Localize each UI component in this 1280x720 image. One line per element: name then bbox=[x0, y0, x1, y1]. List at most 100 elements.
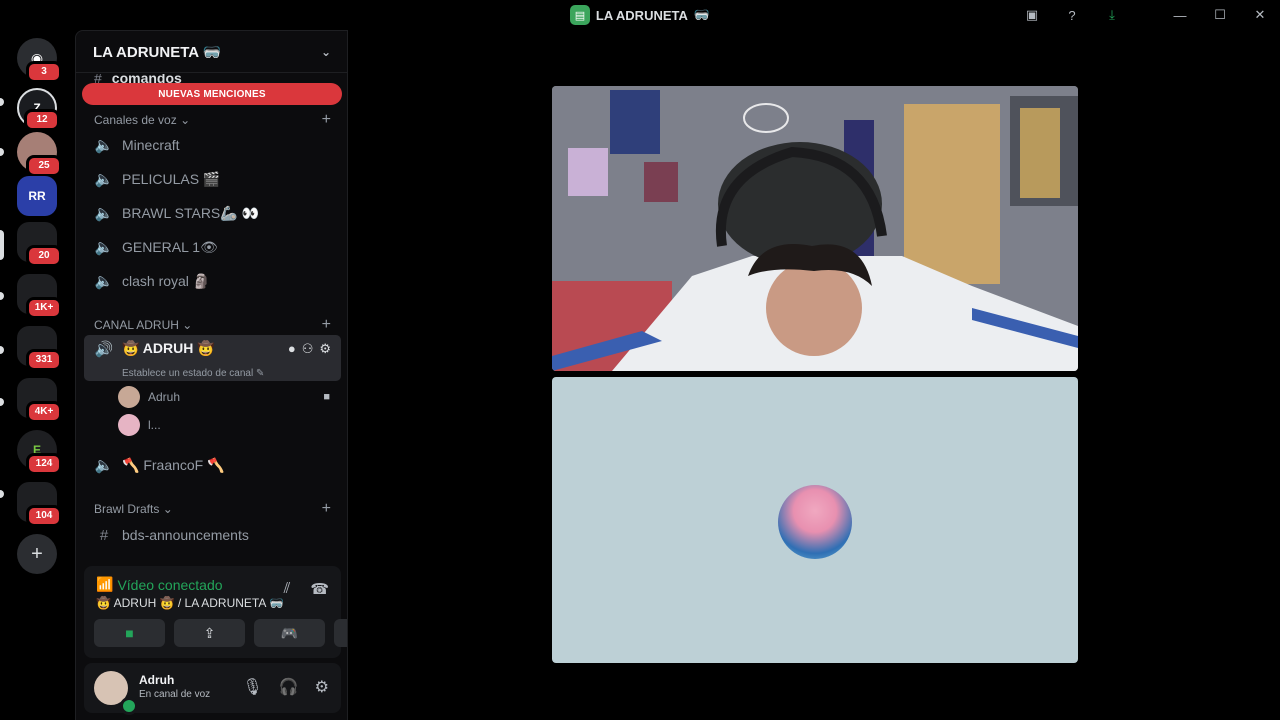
category-brawl-drafts[interactable]: Brawl Drafts ⌄ + bbox=[94, 500, 331, 518]
avatar bbox=[118, 414, 140, 436]
username[interactable]: Adruh bbox=[139, 673, 174, 687]
user-panel: Adruh En canal de voz 🎙 🎧 ⚙ bbox=[84, 663, 341, 715]
chevron-down-icon: ⌄ bbox=[162, 502, 173, 516]
category-voice[interactable]: Canales de voz ⌄ + bbox=[94, 111, 331, 129]
camera-icon: ■ bbox=[125, 625, 134, 641]
maximize-icon[interactable]: ☐ bbox=[1200, 0, 1240, 30]
microphone-icon[interactable]: 🎙 bbox=[242, 677, 262, 697]
speaker-active-icon: 🔊 bbox=[94, 340, 114, 358]
server-folder-1-button[interactable]: 20 bbox=[17, 222, 62, 267]
guild-header[interactable]: LA ADRUNETA 🥽 ⌄ bbox=[76, 31, 347, 73]
gear-icon[interactable]: ⚙ bbox=[319, 341, 331, 357]
voice-channel-adruh-active[interactable]: 🔊 🤠 ADRUH 🤠 ● ⚇ ⚙ Establece un estado de… bbox=[84, 335, 341, 381]
server-folder-5-button[interactable]: 104 bbox=[17, 482, 62, 527]
guild-name: LA ADRUNETA 🥽 bbox=[93, 43, 222, 61]
add-channel-icon[interactable]: + bbox=[322, 316, 331, 334]
voice-channel-fraancof[interactable]: 🔈 🪓 FraancoF 🪓 bbox=[84, 450, 341, 480]
gear-icon[interactable]: ⚙ bbox=[315, 677, 329, 697]
category-brawl-label: Brawl Drafts bbox=[94, 502, 160, 516]
speaker-icon: 🔈 bbox=[94, 457, 114, 474]
new-mentions-bar[interactable]: NUEVAS MENCIONES bbox=[82, 83, 342, 105]
voice-channel-clash-royal[interactable]: 🔈 clash royal 🗿 bbox=[84, 266, 341, 296]
active-pip bbox=[0, 230, 4, 260]
channel-label: GENERAL 1👁 bbox=[122, 238, 218, 255]
signal-icon: 📶 bbox=[96, 576, 114, 592]
camera-button[interactable]: ■ bbox=[94, 619, 165, 647]
speaker-icon: 🔈 bbox=[94, 205, 114, 222]
speaker-icon: 🔈 bbox=[94, 273, 114, 290]
add-server-button[interactable]: + bbox=[17, 534, 57, 574]
user-status: En canal de voz bbox=[139, 689, 211, 700]
channel-status[interactable]: Establece un estado de canal ✎ bbox=[94, 368, 264, 379]
voice-location[interactable]: 🤠 ADRUH 🤠 / LA ADRUNETA 🥽 bbox=[96, 596, 284, 610]
category-adruh-label: CANAL ADRUH bbox=[94, 318, 179, 332]
help-icon[interactable]: ? bbox=[1052, 0, 1092, 30]
category-canal-adruh[interactable]: CANAL ADRUH ⌄ + bbox=[94, 316, 331, 334]
server-z-button[interactable]: Z 12 bbox=[17, 88, 60, 131]
inbox-icon[interactable]: ▣ bbox=[1012, 0, 1052, 30]
video-tile-avatar[interactable] bbox=[552, 377, 1078, 663]
category-voice-label: Canales de voz bbox=[94, 113, 177, 127]
channel-sidebar: LA ADRUNETA 🥽 ⌄ # comandos NUEVAS MENCION… bbox=[75, 30, 348, 720]
screen-share-button[interactable]: ⇪ bbox=[174, 619, 245, 647]
server-badge: 4K+ bbox=[26, 401, 62, 423]
camera-feed bbox=[552, 86, 1078, 371]
server-badge: 1K+ bbox=[26, 297, 62, 319]
voice-status[interactable]: 📶 Vídeo conectado bbox=[96, 576, 223, 593]
discord-home-button[interactable]: ◉ 3 bbox=[17, 38, 62, 83]
text-channel-bds-announcements[interactable]: # bds-announcements bbox=[84, 520, 341, 550]
add-channel-icon[interactable]: + bbox=[322, 111, 331, 129]
voice-channel-peliculas[interactable]: 🔈 PELICULAS 🎬 bbox=[84, 164, 341, 194]
server-folder-4-button[interactable]: 4K+ bbox=[17, 378, 62, 423]
server-folder-2-button[interactable]: 1K+ bbox=[17, 274, 62, 319]
video-icon: ■ bbox=[323, 391, 330, 403]
activity-button[interactable]: 🎮 bbox=[254, 619, 325, 647]
voice-channel-general[interactable]: 🔈 GENERAL 1👁 bbox=[84, 232, 341, 262]
add-channel-icon[interactable]: + bbox=[322, 500, 331, 518]
chevron-down-icon: ⌄ bbox=[180, 113, 191, 127]
server-rail: ◉ 3 Z 12 25 RR 20 1K+ 331 4K+ E 124 104 … bbox=[0, 30, 74, 720]
server-badge: 20 bbox=[26, 245, 62, 267]
headphones-icon[interactable]: 🎧 bbox=[279, 677, 299, 697]
gamepad-icon: 🎮 bbox=[280, 624, 299, 641]
server-badge: 331 bbox=[26, 349, 62, 371]
disconnect-icon[interactable]: ☎ bbox=[310, 580, 329, 598]
minimize-icon[interactable]: — bbox=[1160, 0, 1200, 30]
unread-pip bbox=[0, 98, 4, 106]
online-status-icon bbox=[120, 697, 138, 715]
server-folder-3-button[interactable]: 331 bbox=[17, 326, 62, 371]
video-stage bbox=[349, 30, 1280, 720]
hash-icon: # bbox=[99, 526, 109, 544]
server-avatar-1-button[interactable]: 25 bbox=[17, 132, 62, 177]
voice-user-name: Adruh bbox=[148, 390, 181, 404]
speaker-icon: 🔈 bbox=[94, 239, 114, 256]
download-icon[interactable]: ⤓ bbox=[1092, 0, 1132, 30]
avatar bbox=[778, 485, 852, 559]
unread-pip bbox=[0, 398, 4, 406]
unread-pip bbox=[0, 292, 4, 300]
invite-icon[interactable]: ⚇ bbox=[302, 341, 314, 357]
screen-share-icon: ⇪ bbox=[203, 624, 216, 641]
voice-user[interactable]: Adruh ■ bbox=[118, 384, 338, 410]
server-rr-coaching-button[interactable]: RR bbox=[17, 176, 57, 216]
voice-connection-panel: 📶 Vídeo conectado 🤠 ADRUH 🤠 / LA ADRUNET… bbox=[84, 566, 347, 658]
soundboard-button[interactable]: ✷ bbox=[334, 619, 347, 647]
voice-channel-brawl-stars[interactable]: 🔈 BRAWL STARS🦾 👀 bbox=[84, 198, 341, 228]
server-e-button[interactable]: E 124 bbox=[17, 430, 62, 475]
close-icon[interactable]: ✕ bbox=[1240, 0, 1280, 30]
chat-icon[interactable]: ● bbox=[288, 341, 296, 357]
server-badge: 124 bbox=[26, 453, 62, 475]
window-title-emoji: 🥽 bbox=[693, 7, 711, 22]
voice-user[interactable]: l... bbox=[118, 412, 338, 438]
voice-channel-minecraft[interactable]: 🔈 Minecraft bbox=[84, 130, 341, 160]
speaker-icon: 🔈 bbox=[94, 171, 114, 188]
chevron-down-icon: ⌄ bbox=[320, 44, 331, 59]
video-tile-camera[interactable] bbox=[552, 86, 1078, 371]
unread-pip bbox=[0, 346, 4, 354]
server-badge: 12 bbox=[24, 109, 60, 131]
voice-user-name: l... bbox=[148, 418, 161, 432]
channel-label: Minecraft bbox=[122, 137, 180, 153]
plus-icon: + bbox=[31, 542, 43, 565]
noise-suppression-icon[interactable]: ⫽ bbox=[284, 580, 291, 598]
channel-label: PELICULAS 🎬 bbox=[122, 170, 221, 187]
